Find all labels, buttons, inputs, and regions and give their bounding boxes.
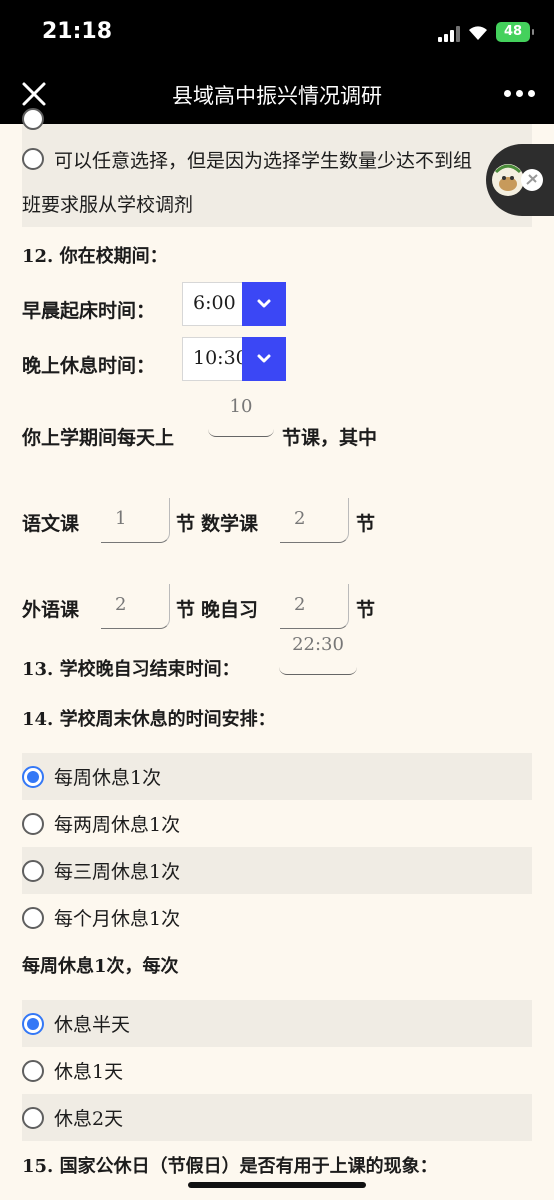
q13-title: 13. 学校晚自习结束时间：	[22, 655, 240, 681]
option-label: 休息2天	[54, 1108, 124, 1130]
radio-button[interactable]	[22, 1013, 44, 1035]
option-row[interactable]: 休息2天	[22, 1094, 532, 1141]
daily-classes-input[interactable]: 10	[208, 392, 274, 437]
math-value: 2	[294, 508, 306, 529]
wake-time-label: 早晨起床时间：	[22, 300, 156, 322]
battery-level: 48	[503, 24, 523, 39]
study-end-time-input[interactable]: 22:30	[279, 630, 357, 675]
status-bar: 21:18 48	[0, 0, 554, 64]
page-title: 县域高中振兴情况调研	[172, 84, 382, 108]
option-label: 休息1天	[54, 1061, 124, 1083]
math-label: 数学课	[201, 513, 259, 535]
sleep-time-dropdown-button[interactable]	[242, 337, 286, 381]
option-row[interactable]: 每周休息1次	[22, 753, 532, 800]
q14-followup-label: 每周休息1次，每次	[22, 956, 179, 977]
q15-title: 15. 国家公休日（节假日）是否有用于上课的现象：	[22, 1152, 438, 1178]
status-time: 21:18	[42, 19, 113, 44]
self-study-unit: 节	[356, 599, 376, 621]
english-input[interactable]: 2	[101, 584, 170, 629]
radio-button[interactable]	[22, 813, 44, 835]
q12-title-text: 你在校期间：	[59, 246, 168, 267]
wake-time-select[interactable]: 6:00	[182, 282, 286, 326]
wifi-icon	[469, 26, 487, 40]
q14-title-text: 学校周末休息的时间安排：	[59, 709, 276, 730]
option-row[interactable]: 休息1天	[22, 1047, 532, 1094]
chinese-input[interactable]: 1	[101, 498, 170, 543]
cellular-signal-icon	[438, 26, 460, 42]
radio-button[interactable]	[22, 766, 44, 788]
math-unit: 节	[356, 513, 376, 535]
english-label: 外语课	[22, 599, 80, 621]
chinese-value: 1	[115, 508, 127, 529]
option-label: 休息半天	[54, 1014, 131, 1036]
option-row[interactable]: 休息半天	[22, 1000, 532, 1047]
sleep-time-label: 晚上休息时间：	[22, 355, 156, 377]
q12-number: 12.	[22, 246, 54, 267]
self-study-value: 2	[294, 594, 306, 615]
option-label: 每三周休息1次	[54, 861, 181, 883]
daily-classes-value: 10	[229, 396, 253, 417]
q13-number: 13.	[22, 659, 54, 680]
chinese-unit: 节	[176, 513, 196, 535]
assistant-avatar-icon	[492, 164, 543, 196]
q12-title: 12. 你在校期间：	[22, 242, 168, 268]
option-label: 每两周休息1次	[54, 814, 181, 836]
radio-button[interactable]	[22, 860, 44, 882]
q13-title-text: 学校晚自习结束时间：	[59, 659, 240, 680]
study-end-time-value: 22:30	[292, 634, 344, 655]
option-label: 每个月休息1次	[54, 908, 181, 930]
option-row[interactable]: 每两周休息1次	[22, 800, 532, 847]
math-input[interactable]: 2	[280, 498, 349, 543]
battery-icon: 48	[496, 22, 534, 42]
q14-title: 14. 学校周末休息的时间安排：	[22, 705, 276, 731]
q14-number: 14.	[22, 709, 54, 730]
q11-option-line2: 班要求服从学校调剂	[22, 194, 194, 216]
more-icon[interactable]	[504, 90, 536, 98]
q11-prev-radio[interactable]	[22, 108, 44, 130]
self-study-input[interactable]: 2	[280, 584, 349, 629]
option-row[interactable]: 每个月休息1次	[22, 894, 532, 941]
self-study-label: 晚自习	[201, 599, 259, 621]
radio-button[interactable]	[22, 907, 44, 929]
floating-assistant-button[interactable]	[486, 144, 554, 216]
radio-button[interactable]	[22, 1060, 44, 1082]
q11-option-line1: 可以任意选择，但是因为选择学生数量少达不到组	[54, 150, 473, 172]
english-value: 2	[115, 594, 127, 615]
q11-radio[interactable]	[22, 148, 44, 170]
q15-title-text: 国家公休日（节假日）是否有用于上课的现象：	[59, 1156, 438, 1177]
sleep-time-select[interactable]: 10:30	[182, 337, 286, 381]
option-row[interactable]: 每三周休息1次	[22, 847, 532, 894]
sleep-time-value: 10:30	[193, 347, 248, 369]
q15-number: 15.	[22, 1156, 54, 1177]
option-label: 每周休息1次	[54, 767, 162, 789]
daily-classes-suffix: 节课，其中	[282, 427, 378, 449]
chevron-down-icon	[257, 354, 271, 363]
english-unit: 节	[176, 599, 196, 621]
chinese-label: 语文课	[22, 513, 80, 535]
nav-bar: 县域高中振兴情况调研	[0, 64, 554, 124]
radio-button[interactable]	[22, 1107, 44, 1129]
home-indicator	[188, 1182, 366, 1188]
wake-time-dropdown-button[interactable]	[242, 282, 286, 326]
survey-content: 可以任意选择，但是因为选择学生数量少达不到组 班要求服从学校调剂 12. 你在校…	[0, 108, 554, 1200]
wake-time-value: 6:00	[193, 292, 236, 314]
chevron-down-icon	[257, 299, 271, 308]
daily-classes-prefix: 你上学期间每天上	[22, 427, 175, 449]
